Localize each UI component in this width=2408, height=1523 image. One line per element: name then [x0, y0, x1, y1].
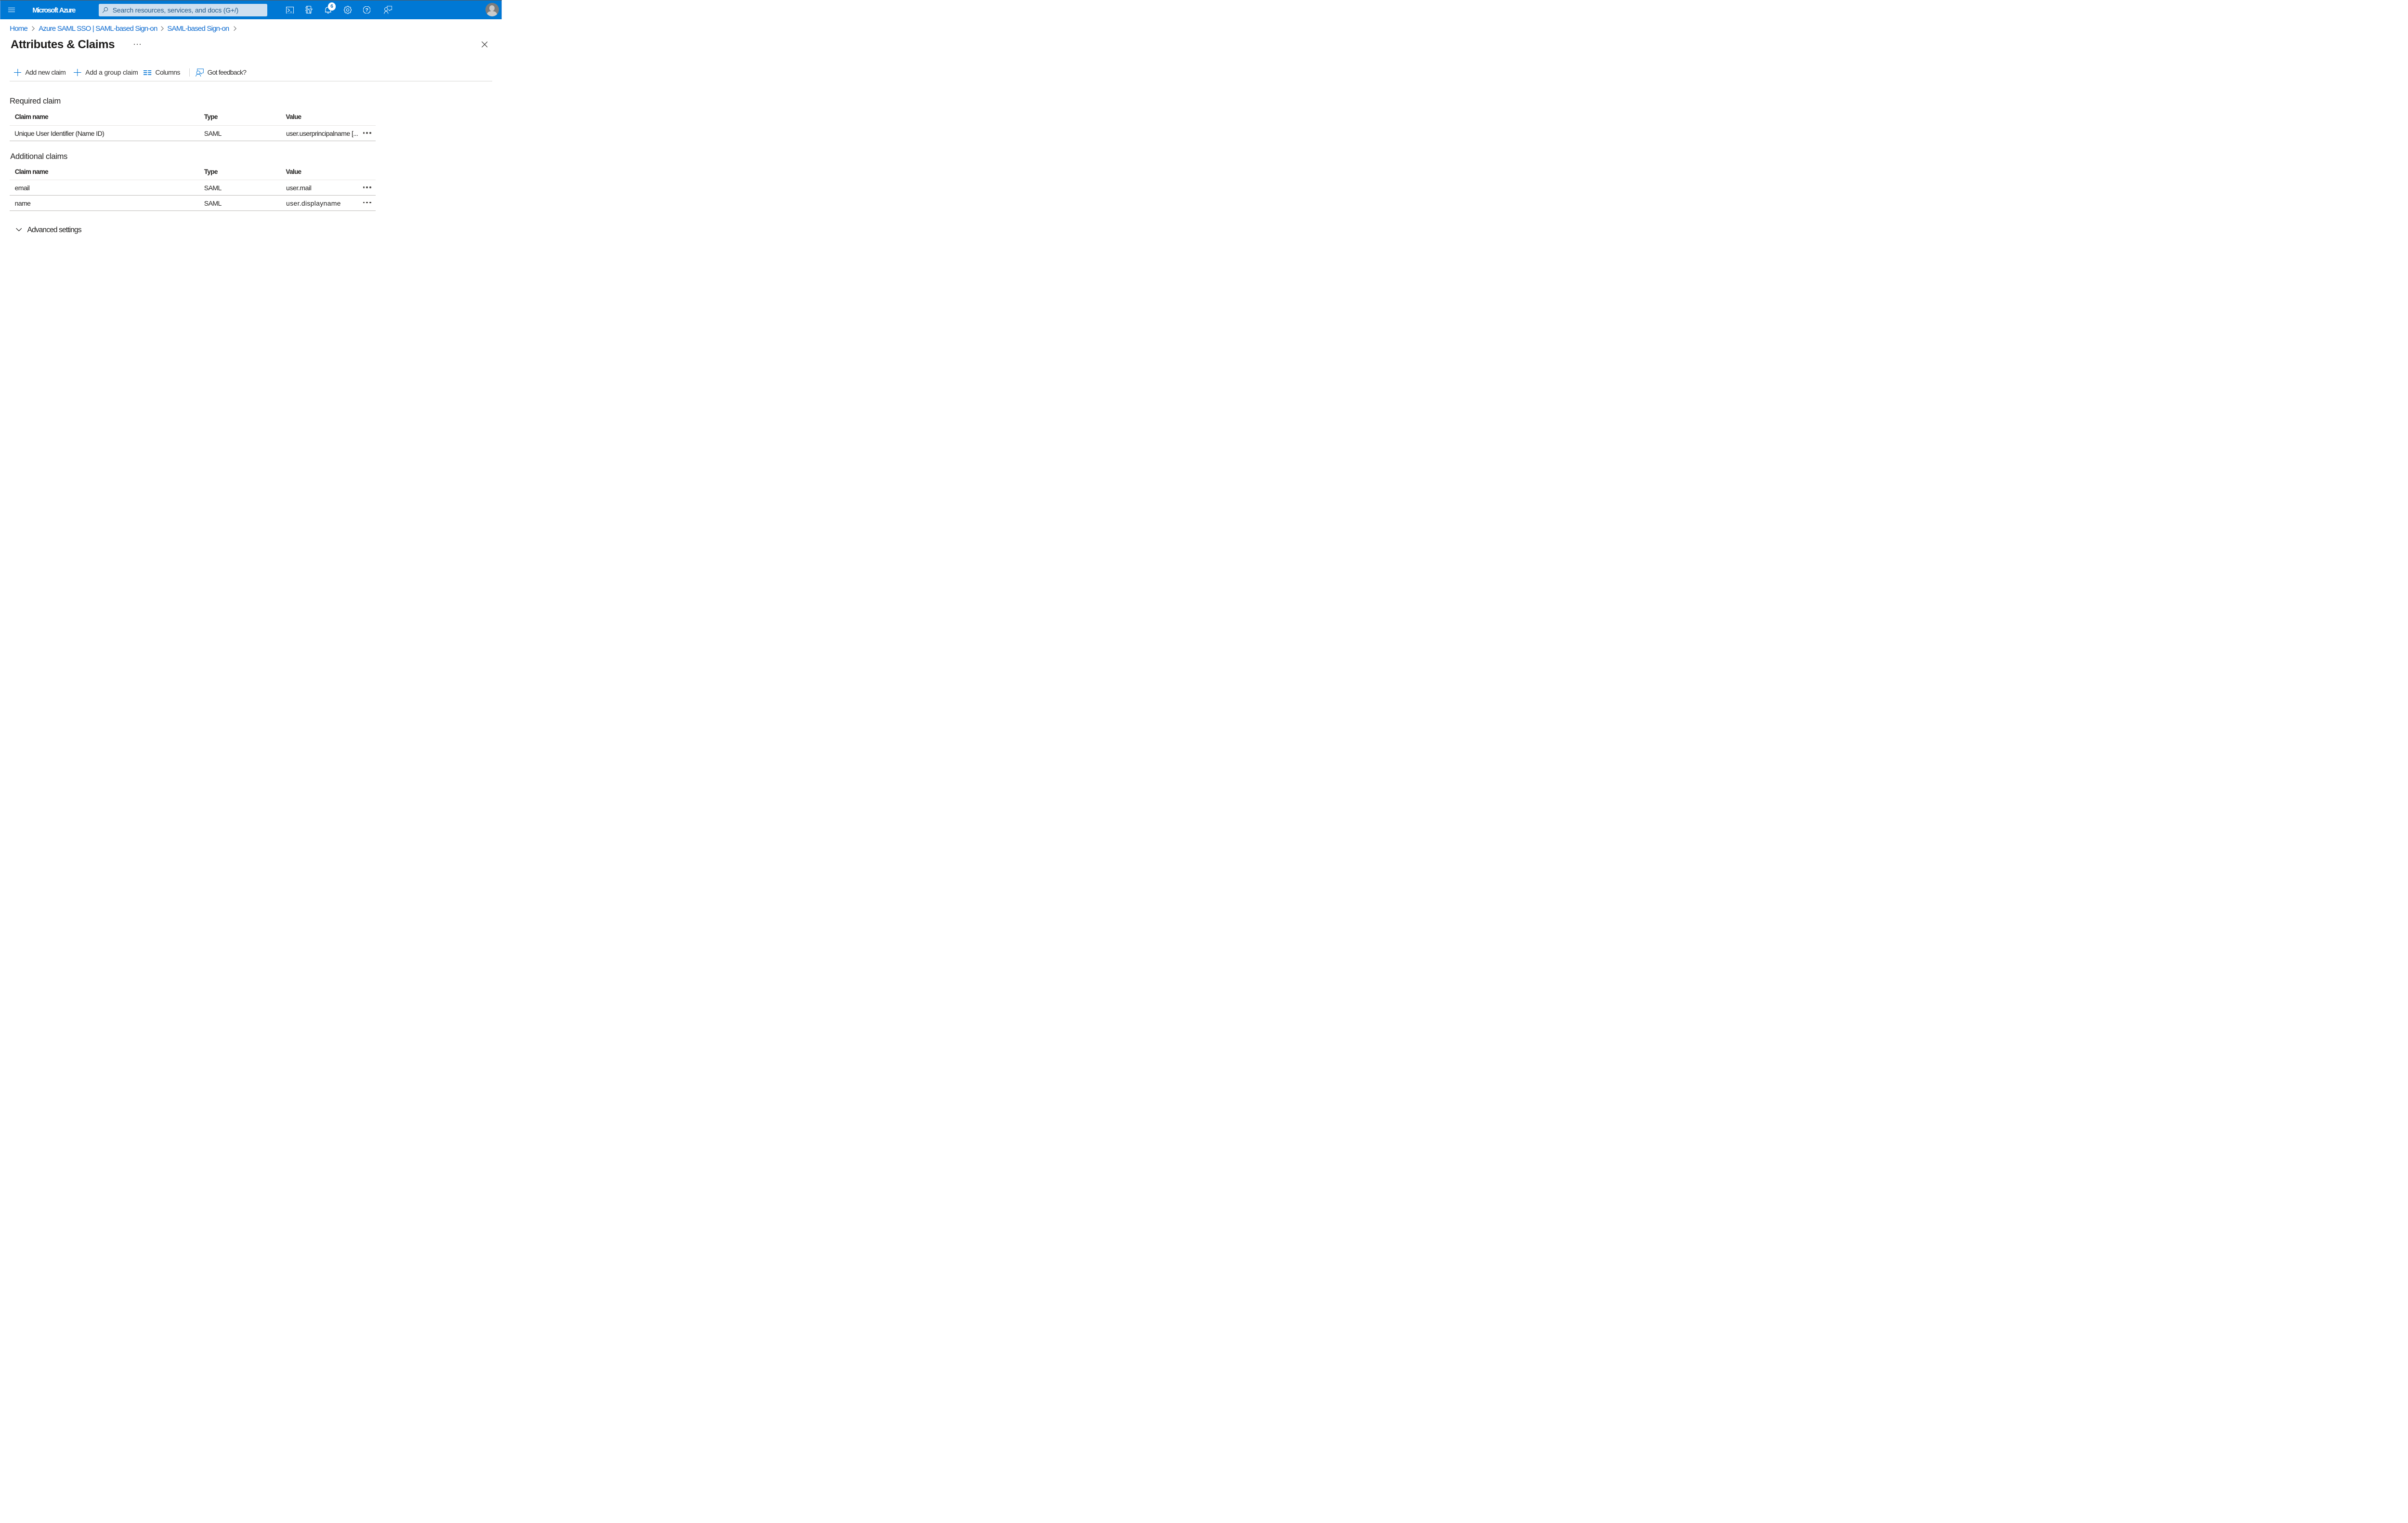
svg-text:?: ? — [366, 8, 368, 13]
